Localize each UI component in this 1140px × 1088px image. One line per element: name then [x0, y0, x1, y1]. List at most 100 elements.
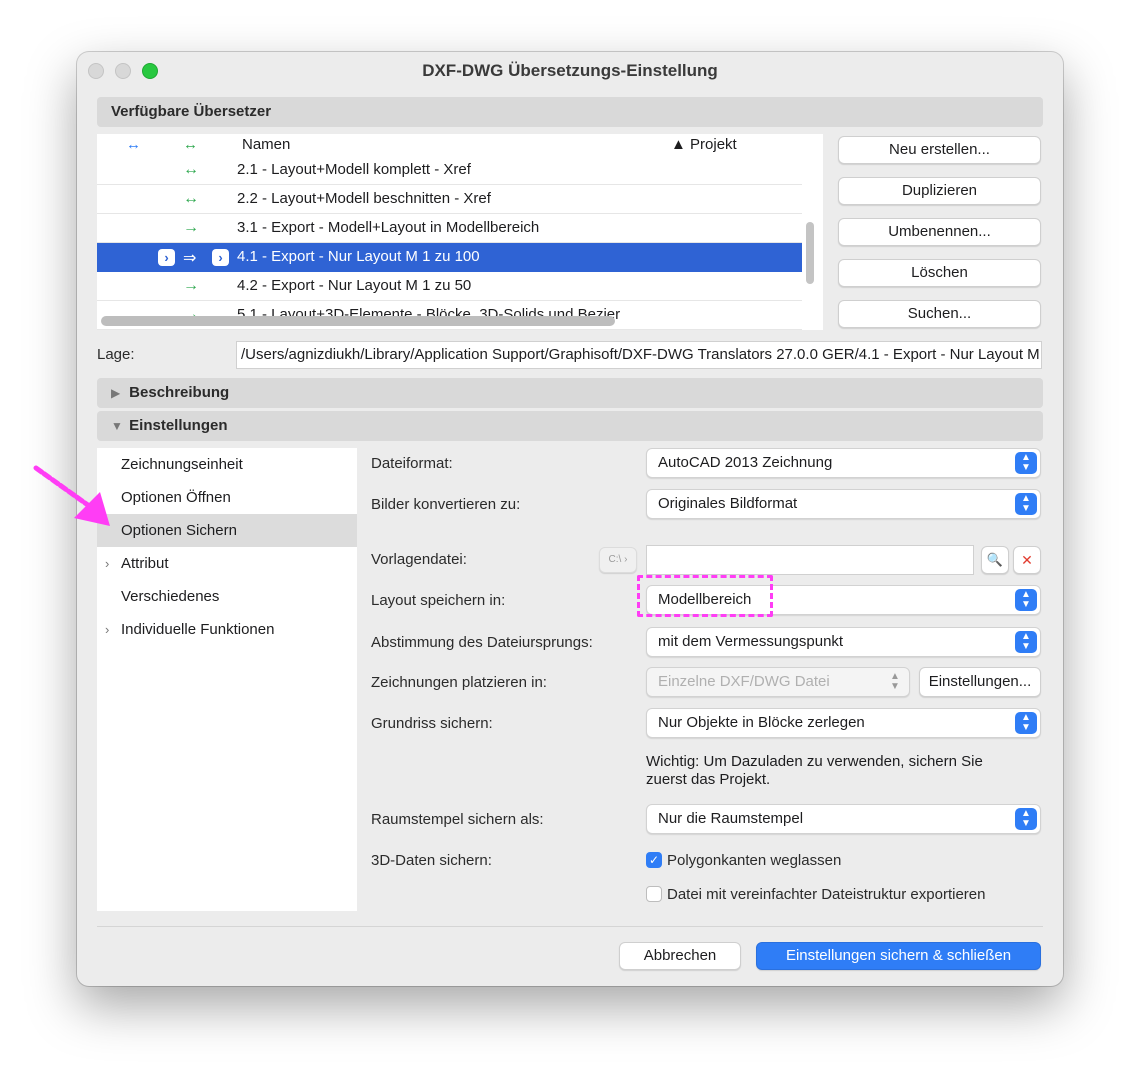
nav-item-save-options[interactable]: Optionen Sichern: [97, 514, 357, 547]
transfer-arrow-icon: →: [183, 219, 199, 236]
popup-stepper-icon: ▲ ▼: [1015, 712, 1037, 734]
floorplan-save-popup[interactable]: Nur Objekte in Blöcke zerlegen ▲ ▼: [646, 708, 1041, 738]
translator-name: 2.2 - Layout+Modell beschnitten - Xref: [237, 190, 491, 207]
place-drawings-value: Einzelne DXF/DWG Datei: [658, 673, 830, 690]
annotation-arrow-icon: [33, 465, 110, 526]
translator-row[interactable]: → 3.1 - Export - Modell+Layout in Modell…: [97, 214, 802, 243]
origin-match-popup[interactable]: mit dem Vermessungspunkt ▲ ▼: [646, 627, 1041, 657]
translator-name: 2.1 - Layout+Modell komplett - Xref: [237, 161, 471, 178]
description-section-header[interactable]: ▶ Beschreibung: [97, 378, 1043, 408]
nav-item-drawing-unit[interactable]: Zeichnungseinheit: [97, 448, 357, 481]
nav-item-label: Optionen Sichern: [121, 522, 237, 539]
transfer-arrow-icon: ↔: [183, 161, 199, 178]
file-format-popup[interactable]: AutoCAD 2013 Zeichnung ▲ ▼: [646, 448, 1041, 478]
chevron-right-icon[interactable]: ›: [105, 547, 109, 580]
cancel-button[interactable]: Abbrechen: [619, 942, 741, 970]
room-stamp-popup[interactable]: Nur die Raumstempel ▲ ▼: [646, 804, 1041, 834]
convert-images-label: Bilder konvertieren zu:: [371, 496, 521, 513]
place-drawings-settings-button[interactable]: Einstellungen...: [919, 667, 1041, 697]
save-and-close-button[interactable]: Einstellungen sichern & schließen: [756, 942, 1041, 970]
translator-row[interactable]: ↔ 2.2 - Layout+Modell beschnitten - Xref: [97, 185, 802, 214]
convert-images-value: Originales Bildformat: [658, 495, 798, 512]
translator-row-selected[interactable]: › ⇒ › 4.1 - Export - Nur Layout M 1 zu 1…: [97, 243, 802, 272]
popup-stepper-icon: ▲ ▼: [1015, 452, 1037, 474]
delete-button[interactable]: Löschen: [838, 259, 1041, 287]
chevron-right-icon[interactable]: ›: [158, 249, 175, 266]
transfer-arrow-icon[interactable]: ↔: [183, 136, 198, 153]
nav-item-label: Optionen Öffnen: [121, 489, 231, 506]
transfer-arrow-icon: ⇒: [183, 250, 197, 267]
description-section-label: Beschreibung: [129, 384, 230, 401]
template-path-field[interactable]: [646, 545, 974, 575]
omit-polygon-edges-label[interactable]: Polygonkanten weglassen: [667, 852, 841, 869]
location-label: Lage:: [97, 346, 135, 363]
folder-path-icon[interactable]: C:\ ›: [599, 547, 637, 573]
chevron-right-icon[interactable]: ›: [212, 249, 229, 266]
omit-polygon-edges-checkbox[interactable]: ✓: [646, 852, 662, 868]
duplicate-button[interactable]: Duplizieren: [838, 177, 1041, 205]
popup-stepper-icon: ▲ ▼: [1015, 493, 1037, 515]
popup-stepper-icon: ▲ ▼: [890, 671, 900, 692]
zoom-window-button[interactable]: [142, 63, 158, 79]
nav-item-attribute[interactable]: › Attribut: [97, 547, 357, 580]
room-stamp-value: Nur die Raumstempel: [658, 810, 804, 827]
simplified-structure-label[interactable]: Datei mit vereinfachter Dateistruktur ex…: [667, 886, 985, 903]
file-format-value: AutoCAD 2013 Zeichnung: [658, 454, 833, 471]
hotlink-note: Wichtig: Um Dazuladen zu verwenden, sich…: [646, 753, 983, 788]
translators-section-header: Verfügbare Übersetzer: [97, 97, 1043, 127]
place-drawings-popup: Einzelne DXF/DWG Datei ▲ ▼: [646, 667, 910, 697]
footer-divider: [97, 926, 1043, 927]
clear-icon[interactable]: ✕: [1013, 546, 1041, 574]
vertical-scrollbar[interactable]: [806, 222, 814, 284]
translator-list[interactable]: ↔ ↔ Namen ▲ Projekt ↔ 2.1 - Layout+Model…: [97, 134, 823, 330]
nav-item-label: Attribut: [121, 555, 169, 572]
rename-button[interactable]: Umbenennen...: [838, 218, 1041, 246]
layout-save-label: Layout speichern in:: [371, 592, 506, 609]
horizontal-scrollbar[interactable]: [101, 316, 615, 326]
column-header-name[interactable]: Namen: [242, 136, 290, 153]
nav-item-label: Individuelle Funktionen: [121, 621, 275, 638]
floorplan-save-value: Nur Objekte in Blöcke zerlegen: [658, 714, 865, 731]
place-drawings-label: Zeichnungen platzieren in:: [371, 674, 547, 691]
search-button[interactable]: Suchen...: [838, 300, 1041, 328]
popup-stepper-icon: ▲ ▼: [1015, 589, 1037, 611]
new-translator-button[interactable]: Neu erstellen...: [838, 136, 1041, 164]
list-header: ↔ ↔ Namen ▲ Projekt: [97, 134, 802, 156]
origin-match-value: mit dem Vermessungspunkt: [658, 633, 844, 650]
convert-images-popup[interactable]: Originales Bildformat ▲ ▼: [646, 489, 1041, 519]
nav-item-label: Verschiedenes: [121, 588, 220, 605]
translators-section-label: Verfügbare Übersetzer: [111, 103, 272, 120]
disclosure-triangle-icon: ▼: [111, 419, 123, 433]
translator-name: 4.2 - Export - Nur Layout M 1 zu 50: [237, 277, 472, 294]
translator-row[interactable]: → 4.2 - Export - Nur Layout M 1 zu 50: [97, 272, 802, 301]
settings-section-header[interactable]: ▼ Einstellungen: [97, 411, 1043, 441]
disclosure-triangle-icon: ▶: [111, 386, 121, 400]
template-label: Vorlagendatei:: [371, 551, 467, 568]
room-stamp-label: Raumstempel sichern als:: [371, 811, 544, 828]
dialog-window: DXF-DWG Übersetzungs-Einstellung Verfügb…: [77, 52, 1063, 986]
checkmark-icon: ✓: [648, 853, 660, 867]
nav-item-custom-functions[interactable]: › Individuelle Funktionen: [97, 613, 357, 646]
settings-section-label: Einstellungen: [129, 417, 228, 434]
browse-icon[interactable]: 🔍: [981, 546, 1009, 574]
simplified-structure-checkbox[interactable]: [646, 886, 662, 902]
annotation-highlight-box: [637, 575, 773, 617]
close-window-button[interactable]: [88, 63, 104, 79]
nav-item-label: Zeichnungseinheit: [121, 456, 243, 473]
translator-row[interactable]: ↔ 2.1 - Layout+Modell komplett - Xref: [97, 156, 802, 185]
file-format-label: Dateiformat:: [371, 455, 453, 472]
minimize-window-button[interactable]: [115, 63, 131, 79]
column-header-project[interactable]: ▲ Projekt: [671, 136, 737, 153]
location-path-field[interactable]: /Users/agnizdiukh/Library/Application Su…: [236, 341, 1042, 369]
transfer-arrow-icon[interactable]: ↔: [126, 136, 141, 153]
chevron-right-icon[interactable]: ›: [105, 613, 109, 646]
translator-name: 4.1 - Export - Nur Layout M 1 zu 100: [237, 248, 480, 265]
transfer-arrow-icon: →: [183, 277, 199, 294]
settings-nav: Zeichnungseinheit Optionen Öffnen Option…: [97, 448, 357, 911]
floorplan-save-label: Grundriss sichern:: [371, 715, 493, 732]
data-3d-label: 3D-Daten sichern:: [371, 852, 492, 869]
nav-item-miscellaneous[interactable]: Verschiedenes: [97, 580, 357, 613]
nav-item-open-options[interactable]: Optionen Öffnen: [97, 481, 357, 514]
origin-match-label: Abstimmung des Dateiursprungs:: [371, 634, 593, 651]
window-title: DXF-DWG Übersetzungs-Einstellung: [422, 61, 718, 80]
